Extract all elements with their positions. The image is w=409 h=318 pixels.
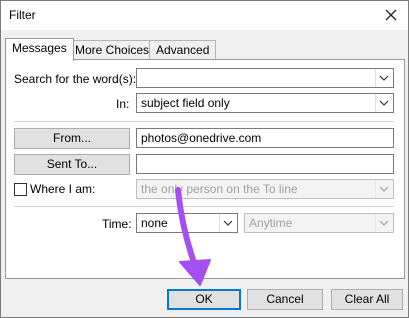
close-button[interactable] (378, 3, 404, 27)
chevron-down-icon (379, 100, 389, 106)
in-dropdown[interactable] (375, 94, 392, 112)
time-label: Time: (102, 217, 132, 231)
chevron-down-icon (379, 220, 389, 226)
in-select[interactable]: subject field only (136, 93, 394, 113)
tab-advanced-label: Advanced (156, 43, 210, 57)
where-i-am-checkbox[interactable] (14, 183, 27, 196)
time-range-dropdown[interactable] (375, 214, 392, 232)
where-i-am-dropdown[interactable] (375, 180, 392, 198)
time-dropdown[interactable] (219, 214, 236, 232)
title-bar: Filter (1, 1, 408, 30)
ok-button[interactable]: OK (167, 289, 241, 310)
chevron-down-icon (379, 186, 389, 192)
search-words-combobox[interactable] (136, 68, 394, 88)
tab-strip: Messages More Choices Advanced (5, 38, 405, 61)
where-i-am-label: Where I am: (30, 182, 96, 196)
clear-all-button[interactable]: Clear All (331, 289, 403, 310)
cancel-button-label: Cancel (266, 292, 304, 306)
messages-panel: Search for the word(s): In: subject fiel… (5, 59, 405, 279)
time-value: none (141, 216, 168, 230)
time-range-select[interactable]: Anytime (244, 213, 394, 233)
tab-messages-label: Messages (12, 41, 67, 55)
from-button[interactable]: From... (14, 128, 130, 149)
time-select[interactable]: none (136, 213, 238, 233)
tab-advanced[interactable]: Advanced (149, 40, 217, 60)
where-i-am-select[interactable]: the only person on the To line (136, 179, 394, 199)
from-field[interactable]: photos@onedrive.com (136, 128, 394, 148)
window-title: Filter (9, 8, 36, 22)
filter-dialog: Filter Messages More Choices Advanced Se… (0, 0, 409, 318)
where-i-am-value: the only person on the To line (141, 182, 298, 196)
tab-more-choices[interactable]: More Choices (68, 40, 157, 60)
sent-to-button-label: Sent To... (46, 157, 98, 171)
ok-button-label: OK (195, 292, 213, 306)
search-words-label: Search for the word(s): (14, 72, 137, 86)
separator (14, 121, 394, 122)
chevron-down-icon (379, 75, 389, 81)
clear-all-button-label: Clear All (344, 292, 390, 306)
cancel-button[interactable]: Cancel (247, 289, 323, 310)
chevron-down-icon (223, 220, 233, 226)
in-label: In: (116, 97, 130, 111)
search-words-dropdown[interactable] (375, 69, 392, 87)
tab-messages[interactable]: Messages (5, 38, 74, 61)
in-value: subject field only (141, 96, 230, 110)
sent-to-button[interactable]: Sent To... (14, 154, 130, 175)
close-icon (385, 9, 397, 21)
tab-more-choices-label: More Choices (75, 43, 150, 57)
sent-to-field[interactable] (136, 154, 394, 174)
from-value: photos@onedrive.com (141, 131, 262, 145)
time-range-value: Anytime (249, 216, 293, 230)
separator (14, 206, 394, 207)
from-button-label: From... (53, 131, 91, 145)
